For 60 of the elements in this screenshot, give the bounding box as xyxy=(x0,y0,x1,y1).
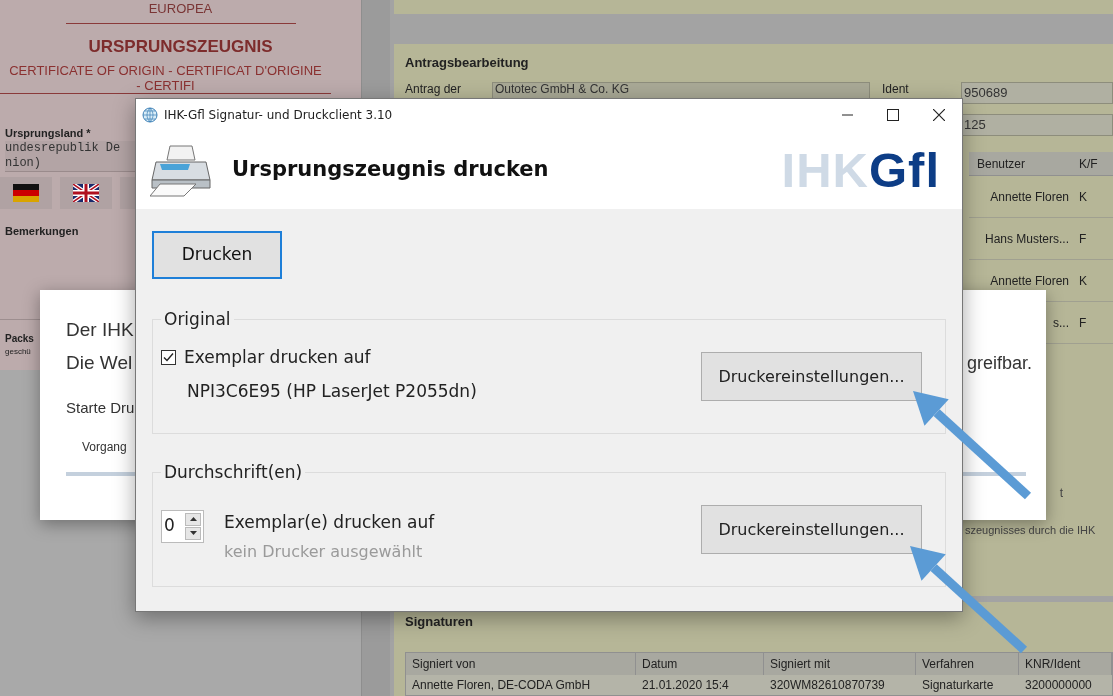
certificate-subtitle: CERTIFICATE OF ORIGIN - CERTIFICAT D'ORIGINE xyxy=(9,62,322,78)
uk-flag-icon xyxy=(73,184,99,202)
table-cell-text: K xyxy=(1078,272,1087,290)
field-label: Ursprungsland * xyxy=(5,125,91,141)
globe-icon xyxy=(142,106,158,123)
table-cell-text: Annette Floren, DE-CODA GmbH xyxy=(411,677,592,694)
window-title: IHK-Gfl Signatur- und Druckclient 3.10 xyxy=(164,106,393,124)
text-field[interactable]: 125 xyxy=(961,114,1113,137)
table-cell-text: Hans Musters... xyxy=(983,230,1070,248)
info-text: t xyxy=(1059,485,1063,503)
table-cell-text: F xyxy=(1078,230,1087,248)
maximize-icon xyxy=(887,108,899,121)
german-flag-icon xyxy=(13,184,39,202)
print-button[interactable]: Drucken xyxy=(152,231,282,279)
count-spinner[interactable]: 0 xyxy=(161,509,204,543)
table-cell-text: F xyxy=(1078,314,1087,332)
checkbox[interactable] xyxy=(161,349,176,365)
spin-up-icon[interactable] xyxy=(185,512,201,526)
printer-name: NPI3C6E95 (HP LaserJet P2055dn) xyxy=(187,380,477,403)
certificate-title: URSPRUNGSZEUGNIS xyxy=(88,37,273,56)
dialog-heading: Ursprungszeugnis drucken xyxy=(232,155,549,183)
column-header: K/F xyxy=(1078,155,1098,173)
minimize-icon xyxy=(841,113,853,116)
printer-name: kein Drucker ausgewählt xyxy=(224,540,424,563)
group-legend: Durchschrift(en) xyxy=(161,461,306,483)
message-text: Die Wel xyxy=(66,351,133,375)
close-icon xyxy=(933,108,945,121)
table-cell-text: 21.01.2020 15:4 xyxy=(641,677,730,694)
table-cell-text: Signaturkarte xyxy=(921,677,995,694)
field-label: Ident xyxy=(882,82,910,97)
info-text: szeugnisses durch die IHK xyxy=(965,523,1096,539)
printer-settings-button[interactable]: Druckereinstellungen... xyxy=(701,505,922,554)
table-cell-text: K xyxy=(1078,188,1087,206)
field-label: Bemerkungen xyxy=(5,224,79,239)
field-note: geschü xyxy=(5,346,31,358)
ident-field[interactable]: 950689 xyxy=(961,82,1113,105)
table-cell-text: 320WM82610870739 xyxy=(769,677,886,694)
field-label: Antrag der xyxy=(405,82,463,97)
certificate-subtitle: - CERTIFI xyxy=(136,77,195,93)
column-header: Benutzer xyxy=(976,155,1027,173)
field-label: Packs xyxy=(5,332,34,345)
printer-settings-button[interactable]: Druckereinstellungen... xyxy=(701,352,922,401)
step-text: Vorgang xyxy=(82,438,127,456)
spin-down-icon[interactable] xyxy=(185,526,201,540)
status-text: Starte Dru xyxy=(66,398,135,418)
checkbox-label: Exemplar drucken auf xyxy=(184,345,371,369)
certificate-heading: EUROPEA xyxy=(148,1,213,16)
message-text: Der IHK xyxy=(66,318,134,342)
copies-label: Exemplar(e) drucken auf xyxy=(224,510,435,534)
language-button[interactable] xyxy=(0,177,52,209)
check-icon xyxy=(163,351,174,363)
message-text: greifbar. xyxy=(966,352,1032,375)
section-title: Signaturen xyxy=(405,612,474,631)
group-legend: Original xyxy=(161,308,234,330)
section-title: Antragsbearbeitung xyxy=(405,53,530,72)
language-button[interactable] xyxy=(60,177,112,209)
table-cell-text: Annette Floren xyxy=(989,272,1070,290)
table-cell-text: Annette Floren xyxy=(989,188,1070,206)
table-cell-text: s... xyxy=(1052,314,1070,332)
table-cell-text: 3200000000 xyxy=(1024,677,1093,694)
